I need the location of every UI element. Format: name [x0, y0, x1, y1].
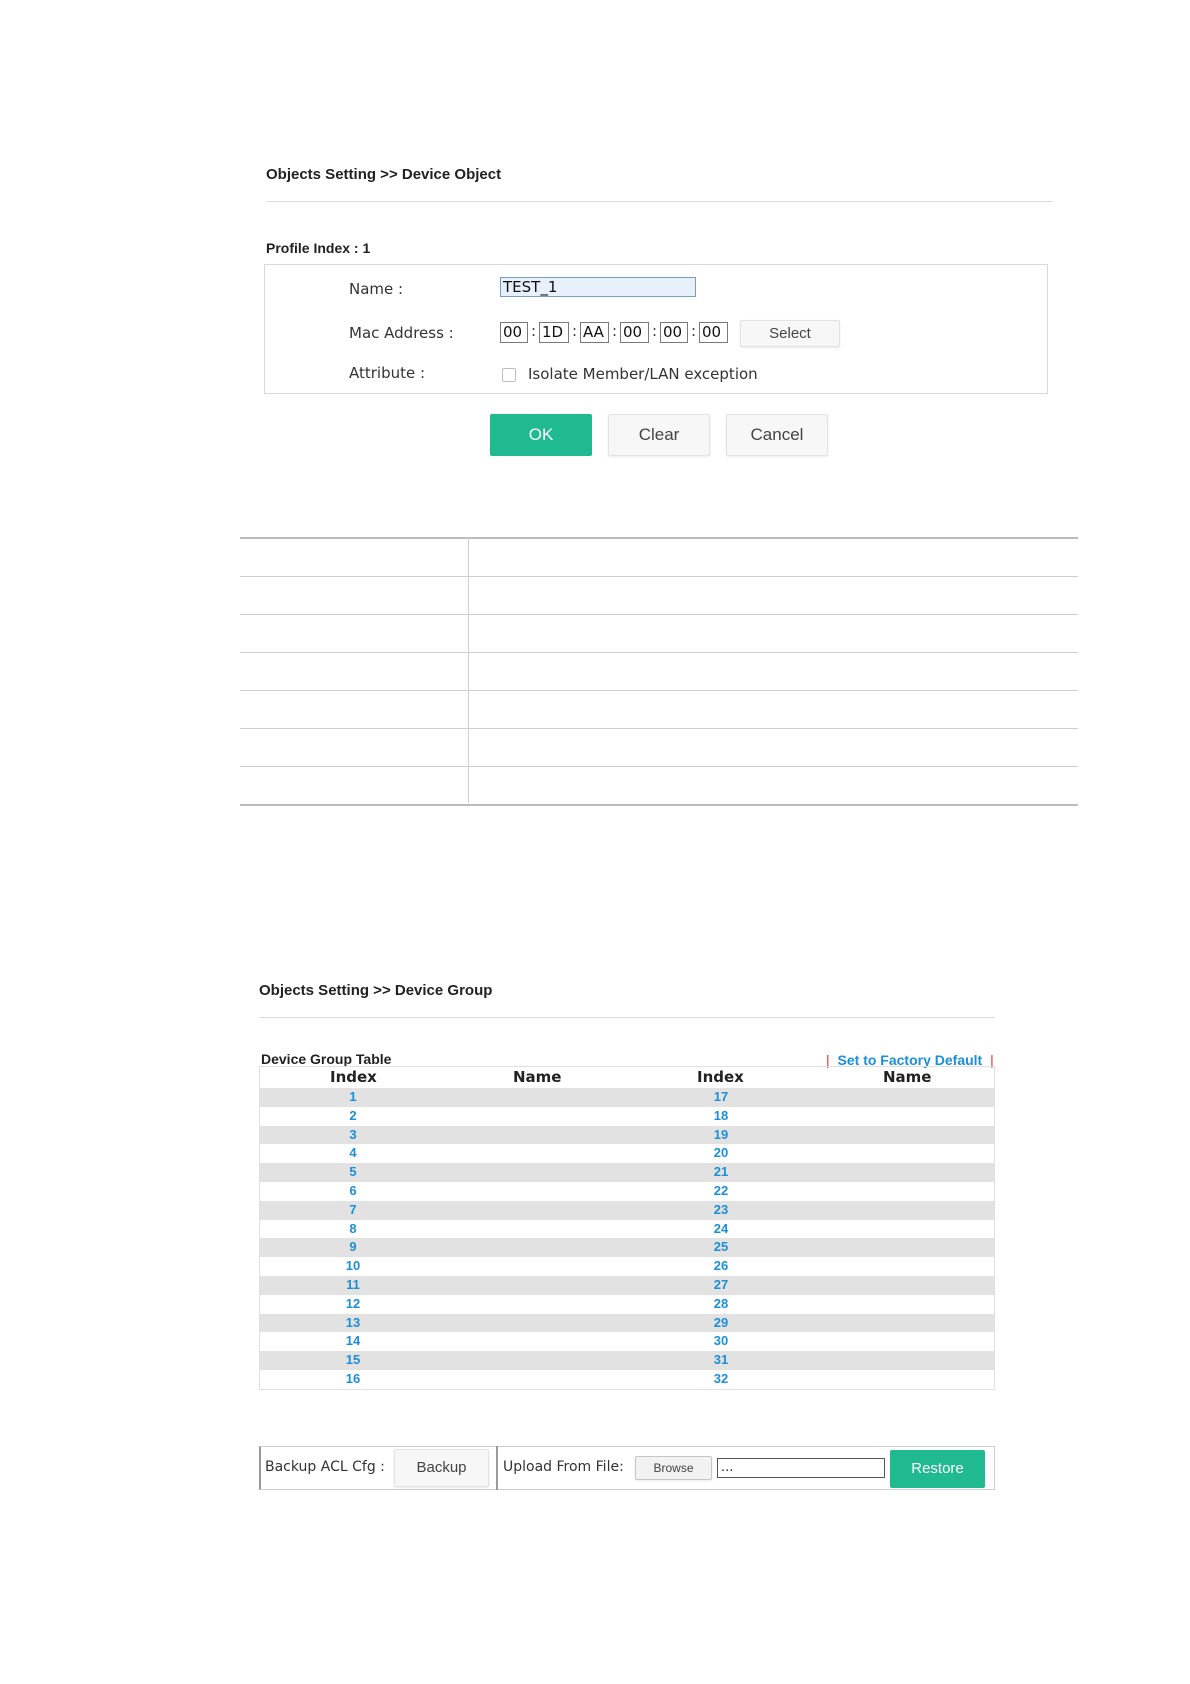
mac-separator: : — [612, 322, 618, 340]
table-row — [240, 577, 1078, 615]
table-body: 1 17 2 18 3 19 4 20 5 21 6 22 7 23 8 24 9 25 10 26 11 27 12 28 1… — [260, 1088, 994, 1389]
backup-button[interactable]: Backup — [394, 1449, 489, 1487]
mac-separator: : — [531, 322, 537, 340]
index-header-right: Index — [697, 1068, 744, 1086]
name-header-left: Name — [513, 1068, 562, 1086]
group-index-link[interactable]: 15 — [346, 1352, 360, 1367]
table-row: 6 22 — [260, 1181, 994, 1201]
group-index-link[interactable]: 23 — [714, 1202, 728, 1217]
attribute-label: Attribute : — [349, 364, 426, 382]
group-index-link[interactable]: 11 — [346, 1277, 360, 1292]
group-index-link[interactable]: 12 — [346, 1296, 360, 1311]
group-index-link[interactable]: 27 — [714, 1277, 728, 1292]
group-index-link[interactable]: 24 — [714, 1221, 728, 1236]
table-row: 14 30 — [260, 1332, 994, 1352]
page-title-device-group: Objects Setting >> Device Group — [259, 982, 493, 999]
group-index-link[interactable]: 25 — [714, 1239, 728, 1254]
group-index-link[interactable]: 14 — [346, 1333, 360, 1348]
table-row: 1 17 — [260, 1088, 994, 1107]
clear-button[interactable]: Clear — [608, 414, 710, 456]
description-table — [240, 537, 1078, 806]
isolate-member-label: Isolate Member/LAN exception — [528, 365, 758, 383]
isolate-member-checkbox[interactable] — [502, 368, 516, 382]
group-index-link[interactable]: 20 — [714, 1145, 728, 1160]
profile-index-label: Profile Index : 1 — [266, 240, 371, 256]
name-label: Name : — [349, 280, 404, 298]
group-index-link[interactable]: 2 — [349, 1108, 356, 1123]
page-title-device-object: Objects Setting >> Device Object — [266, 166, 502, 183]
group-index-link[interactable]: 29 — [714, 1315, 728, 1330]
group-index-link[interactable]: 13 — [346, 1315, 360, 1330]
table-row: 9 25 — [260, 1238, 994, 1258]
table-row: 15 31 — [260, 1351, 994, 1370]
group-index-link[interactable]: 10 — [346, 1258, 360, 1273]
table-row: 2 18 — [260, 1106, 994, 1126]
file-path-input[interactable]: ... — [717, 1458, 885, 1478]
group-index-link[interactable]: 28 — [714, 1296, 728, 1311]
table-row — [240, 729, 1078, 767]
mac-address-label: Mac Address : — [349, 324, 454, 342]
table-row — [240, 691, 1078, 729]
mac-octet-3[interactable]: AA — [580, 322, 609, 343]
table-row — [240, 767, 1078, 806]
table-row: 12 28 — [260, 1294, 994, 1314]
device-group-table-title: Device Group Table — [261, 1051, 392, 1067]
group-index-link[interactable]: 7 — [349, 1202, 356, 1217]
table-row — [240, 653, 1078, 691]
group-index-link[interactable]: 18 — [714, 1108, 728, 1123]
group-index-link[interactable]: 3 — [349, 1127, 356, 1142]
index-header-left: Index — [330, 1068, 377, 1086]
title-divider — [259, 1017, 995, 1018]
table-row: 13 29 — [260, 1313, 994, 1333]
table-column-divider — [468, 537, 469, 803]
group-index-link[interactable]: 17 — [714, 1089, 728, 1104]
group-index-link[interactable]: 9 — [349, 1239, 356, 1254]
group-index-link[interactable]: 6 — [349, 1183, 356, 1198]
group-index-link[interactable]: 32 — [714, 1371, 728, 1386]
group-index-link[interactable]: 16 — [346, 1371, 360, 1386]
group-index-link[interactable]: 19 — [714, 1127, 728, 1142]
table-row: 5 21 — [260, 1163, 994, 1182]
ok-button[interactable]: OK — [490, 414, 592, 456]
group-index-link[interactable]: 30 — [714, 1333, 728, 1348]
group-index-link[interactable]: 5 — [349, 1164, 356, 1179]
table-row — [240, 615, 1078, 653]
mac-octet-2[interactable]: 1D — [539, 322, 569, 343]
group-index-link[interactable]: 8 — [349, 1221, 356, 1236]
browse-button[interactable]: Browse — [635, 1456, 712, 1480]
group-index-link[interactable]: 4 — [349, 1145, 356, 1160]
mac-separator: : — [572, 322, 578, 340]
group-index-link[interactable]: 26 — [714, 1258, 728, 1273]
group-index-link[interactable]: 22 — [714, 1183, 728, 1198]
mac-octet-6[interactable]: 00 — [699, 322, 728, 343]
restore-button[interactable]: Restore — [890, 1450, 985, 1488]
table-row: 4 20 — [260, 1144, 994, 1164]
cancel-button[interactable]: Cancel — [726, 414, 828, 456]
select-mac-button[interactable]: Select — [740, 320, 840, 347]
name-input[interactable]: TEST_1 — [500, 277, 696, 297]
device-group-table: Index Name Index Name 1 17 2 18 3 19 4 20 5 21 6 22… — [259, 1066, 995, 1390]
table-row: 11 27 — [260, 1275, 994, 1295]
mac-octet-1[interactable]: 00 — [500, 322, 528, 343]
table-row — [240, 537, 1078, 577]
mac-separator: : — [652, 322, 658, 340]
upload-from-file-label: Upload From File: — [503, 1459, 624, 1475]
table-row: 10 26 — [260, 1257, 994, 1276]
mac-separator: : — [691, 322, 697, 340]
mac-octet-4[interactable]: 00 — [620, 322, 649, 343]
table-row: 16 32 — [260, 1369, 994, 1389]
group-index-link[interactable]: 21 — [714, 1164, 728, 1179]
table-row: 7 23 — [260, 1200, 994, 1220]
name-header-right: Name — [883, 1068, 932, 1086]
table-row: 8 24 — [260, 1219, 994, 1239]
table-header: Index Name Index Name — [260, 1067, 994, 1088]
group-index-link[interactable]: 31 — [714, 1352, 728, 1367]
table-row: 3 19 — [260, 1125, 994, 1145]
group-index-link[interactable]: 1 — [349, 1089, 356, 1104]
bar-divider — [496, 1446, 498, 1490]
title-divider — [266, 201, 1053, 202]
backup-acl-label: Backup ACL Cfg : — [265, 1459, 385, 1475]
mac-octet-5[interactable]: 00 — [660, 322, 688, 343]
